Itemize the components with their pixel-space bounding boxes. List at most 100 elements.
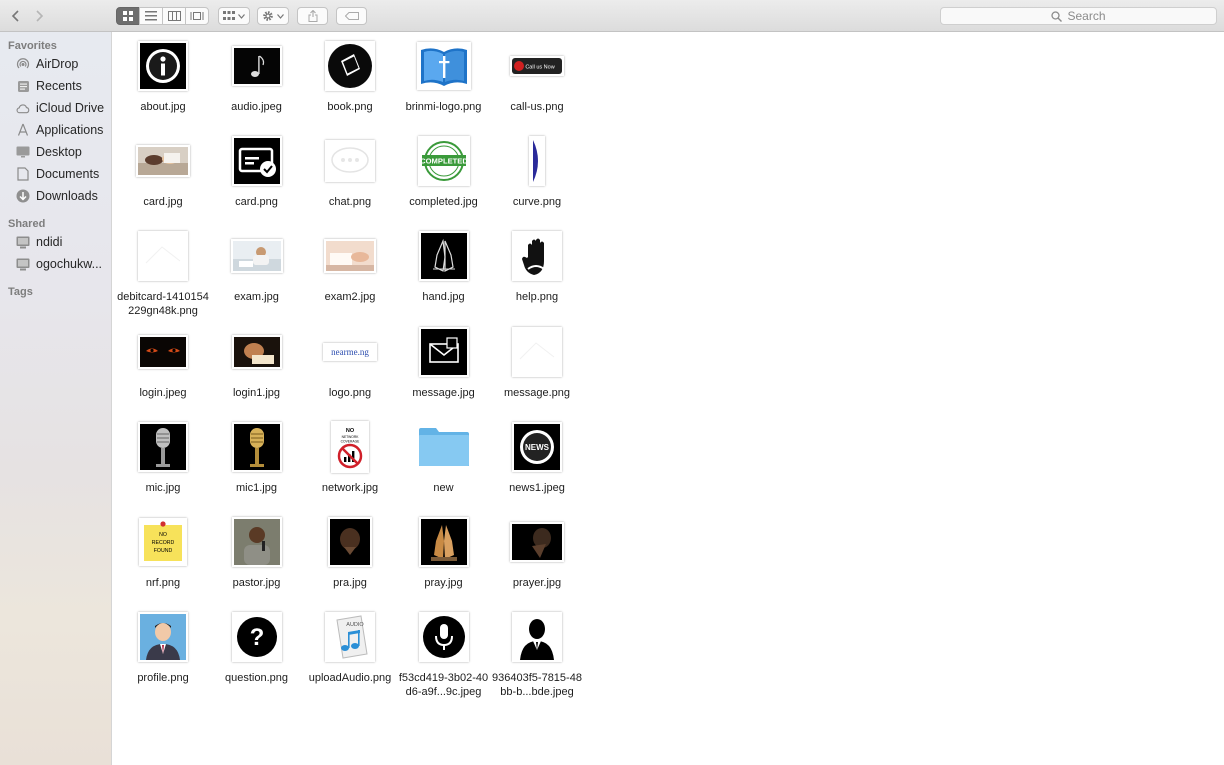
- file-item[interactable]: mic.jpg: [116, 418, 210, 496]
- file-name: message.png: [503, 386, 571, 399]
- file-item[interactable]: login.jpeg: [116, 323, 210, 401]
- file-item[interactable]: exam.jpg: [210, 227, 304, 305]
- tags-button[interactable]: [336, 7, 367, 25]
- svg-text:FOUND: FOUND: [154, 548, 173, 554]
- thumbnail-frame: [490, 323, 584, 381]
- file-name: card.png: [235, 196, 278, 209]
- file-name: question.png: [225, 672, 288, 685]
- file-item[interactable]: prayer.jpg: [490, 513, 584, 591]
- file-thumbnail-icon: [512, 326, 562, 377]
- action-menu-button[interactable]: [257, 7, 289, 25]
- sidebar-item-documents[interactable]: Documents: [16, 164, 112, 184]
- sidebar-item-applications[interactable]: Applications: [16, 120, 112, 140]
- tag-icon: [344, 12, 359, 20]
- airdrop-icon: [16, 57, 30, 71]
- file-item[interactable]: card.jpg: [116, 132, 210, 210]
- file-item[interactable]: book.png: [303, 37, 397, 115]
- thumbnail-frame: [490, 227, 584, 285]
- file-thumbnail-icon: [529, 136, 545, 187]
- file-item[interactable]: Call us Now call-us.png: [490, 37, 584, 115]
- documents-icon: [16, 167, 30, 181]
- file-item[interactable]: audio.jpeg: [210, 37, 304, 115]
- file-item[interactable]: NEWS news1.jpeg: [490, 418, 584, 496]
- file-item[interactable]: debitcard-1410154229gn48k.png: [116, 227, 210, 318]
- folder-icon: [418, 426, 470, 468]
- share-button[interactable]: [297, 7, 328, 25]
- columns-icon: [167, 11, 181, 21]
- thumbnail-frame: [116, 227, 210, 285]
- sidebar-shared-ndidi[interactable]: ndidi: [16, 232, 112, 252]
- file-item[interactable]: about.jpg: [116, 37, 210, 115]
- file-item[interactable]: COMPLETED completed.jpg: [397, 132, 491, 210]
- file-item[interactable]: hand.jpg: [397, 227, 491, 305]
- file-item[interactable]: AUDIO uploadAudio.png: [303, 608, 397, 686]
- file-item[interactable]: pra.jpg: [303, 513, 397, 591]
- folder-item[interactable]: new: [397, 418, 491, 496]
- thumbnail-frame: [210, 132, 304, 190]
- file-name: prayer.jpg: [512, 577, 562, 589]
- sidebar: Favorites AirDrop Recents iCloud Drive Appl…: [0, 32, 112, 765]
- column-view-button[interactable]: [162, 7, 186, 25]
- file-item[interactable]: pray.jpg: [397, 513, 491, 591]
- file-item[interactable]: mic1.jpg: [210, 418, 304, 496]
- file-item[interactable]: nearme.ng logo.png: [303, 323, 397, 401]
- gallery-view-button[interactable]: [185, 7, 209, 25]
- file-name: news1.jpeg: [509, 481, 565, 494]
- file-item[interactable]: NO NETWORK COVERAGE network.jpg: [303, 418, 397, 496]
- sidebar-item-downloads[interactable]: Downloads: [16, 186, 112, 206]
- file-item[interactable]: help.png: [490, 227, 584, 305]
- group-by-button[interactable]: [218, 7, 250, 25]
- file-item[interactable]: brinmi-logo.png: [397, 37, 491, 115]
- file-item[interactable]: NO RECORD FOUND nrf.png: [116, 513, 210, 591]
- sidebar-item-icloud-drive[interactable]: iCloud Drive: [16, 98, 112, 118]
- icon-view-button[interactable]: [116, 7, 140, 25]
- file-thumbnail-icon: [512, 231, 562, 282]
- file-thumbnail-icon: [418, 612, 469, 663]
- file-item[interactable]: exam2.jpg: [303, 227, 397, 305]
- sidebar-item-label: AirDrop: [36, 57, 79, 71]
- sidebar-item-recents[interactable]: Recents: [16, 76, 112, 96]
- sidebar-shared-ogochukw[interactable]: ogochukw...: [16, 254, 112, 274]
- thumbnail-frame: [397, 513, 491, 571]
- sidebar-item-desktop[interactable]: Desktop: [16, 142, 112, 162]
- forward-button[interactable]: [28, 7, 50, 25]
- file-item[interactable]: card.png: [210, 132, 304, 210]
- downloads-icon: [16, 189, 30, 203]
- thumbnail-frame: COMPLETED: [397, 132, 491, 190]
- file-thumbnail-icon: [138, 612, 188, 663]
- back-button[interactable]: [5, 7, 27, 25]
- file-item[interactable]: login1.jpg: [210, 323, 304, 401]
- sidebar-item-label: Recents: [36, 79, 82, 93]
- file-item[interactable]: curve.png: [490, 132, 584, 210]
- file-name: curve.png: [512, 196, 562, 209]
- file-name: call-us.png: [510, 101, 564, 113]
- file-item[interactable]: message.jpg: [397, 323, 491, 401]
- tags-heading[interactable]: Tags: [8, 286, 33, 298]
- thumbnail-frame: [397, 37, 491, 95]
- search-placeholder: Search: [1067, 9, 1106, 23]
- file-thumbnail-icon: [231, 136, 282, 187]
- file-item[interactable]: pastor.jpg: [210, 513, 304, 591]
- file-item[interactable]: message.png: [490, 323, 584, 401]
- file-name: audio.jpeg: [231, 101, 282, 113]
- thumbnail-frame: ?: [210, 608, 304, 666]
- file-item[interactable]: profile.png: [116, 608, 210, 686]
- file-thumbnail-icon: NEWS: [512, 421, 562, 472]
- thumbnail-frame: [116, 132, 210, 190]
- file-item[interactable]: ? question.png: [210, 608, 304, 686]
- file-item[interactable]: 936403f5-7815-48bb-b...bde.jpeg: [490, 608, 584, 699]
- svg-text:NO: NO: [346, 428, 355, 434]
- file-item[interactable]: f53cd419-3b02-40d6-a9f...9c.jpeg: [397, 608, 491, 699]
- file-name: logo.png: [328, 386, 372, 399]
- thumbnail-frame: nearme.ng: [303, 323, 397, 381]
- file-name: completed.jpg: [409, 196, 478, 209]
- svg-text:RECORD: RECORD: [152, 540, 175, 546]
- file-thumbnail-icon: [138, 334, 188, 369]
- file-item[interactable]: chat.png: [303, 132, 397, 210]
- search-field[interactable]: Search: [940, 7, 1217, 25]
- sidebar-item-airdrop[interactable]: AirDrop: [16, 54, 112, 74]
- list-view-button[interactable]: [139, 7, 163, 25]
- file-thumbnail-icon: [324, 239, 376, 274]
- file-thumbnail-icon: NO NETWORK COVERAGE: [331, 420, 369, 473]
- thumbnail-frame: [303, 132, 397, 190]
